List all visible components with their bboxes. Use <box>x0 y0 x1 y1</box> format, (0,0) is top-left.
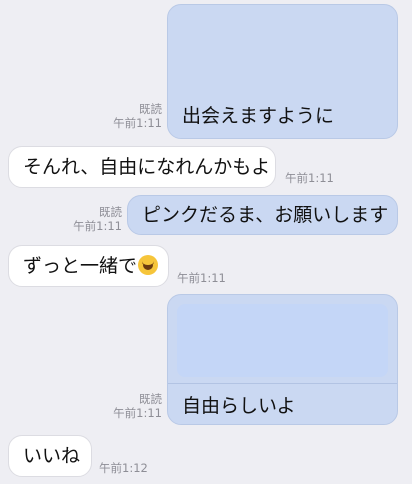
message-meta: 既読 午前1:11 <box>104 392 162 420</box>
message-meta: 既読 午前1:11 <box>64 205 122 233</box>
message-text: 自由らしいよ <box>182 395 296 417</box>
message-meta: 既読 午前1:11 <box>104 102 162 130</box>
message-time: 午前1:11 <box>113 116 162 130</box>
message-time: 午前1:11 <box>285 171 334 185</box>
bubble-divider <box>168 383 397 384</box>
received-message-bubble[interactable]: そんれ、自由になれんかもよ <box>8 146 276 188</box>
sent-message-bubble[interactable]: ピンクだるま、お願いします <box>127 195 398 235</box>
message-text: そんれ、自由になれんかもよ <box>23 156 271 178</box>
sent-message-bubble[interactable]: 出会えますように <box>167 4 398 139</box>
message-time: 午前1:11 <box>73 219 122 233</box>
received-message-bubble[interactable]: いいね <box>8 435 92 477</box>
link-preview-card[interactable] <box>177 304 388 377</box>
read-receipt: 既読 <box>99 205 122 219</box>
rolling-laughing-emoji-icon <box>138 255 159 275</box>
sent-message-bubble[interactable]: 自由らしいよ <box>167 294 398 425</box>
message-text: ずっと一緒で <box>23 255 138 277</box>
message-time: 午前1:12 <box>99 461 148 475</box>
message-text: いいね <box>23 445 81 467</box>
message-text-row: ずっと一緒で <box>23 255 159 277</box>
message-time: 午前1:11 <box>177 271 226 285</box>
read-receipt: 既読 <box>139 392 162 406</box>
received-message-bubble[interactable]: ずっと一緒で <box>8 245 169 287</box>
message-time: 午前1:11 <box>113 406 162 420</box>
message-text: 出会えますように <box>182 105 335 127</box>
read-receipt: 既読 <box>139 102 162 116</box>
message-text: ピンクだるま、お願いします <box>142 204 389 226</box>
